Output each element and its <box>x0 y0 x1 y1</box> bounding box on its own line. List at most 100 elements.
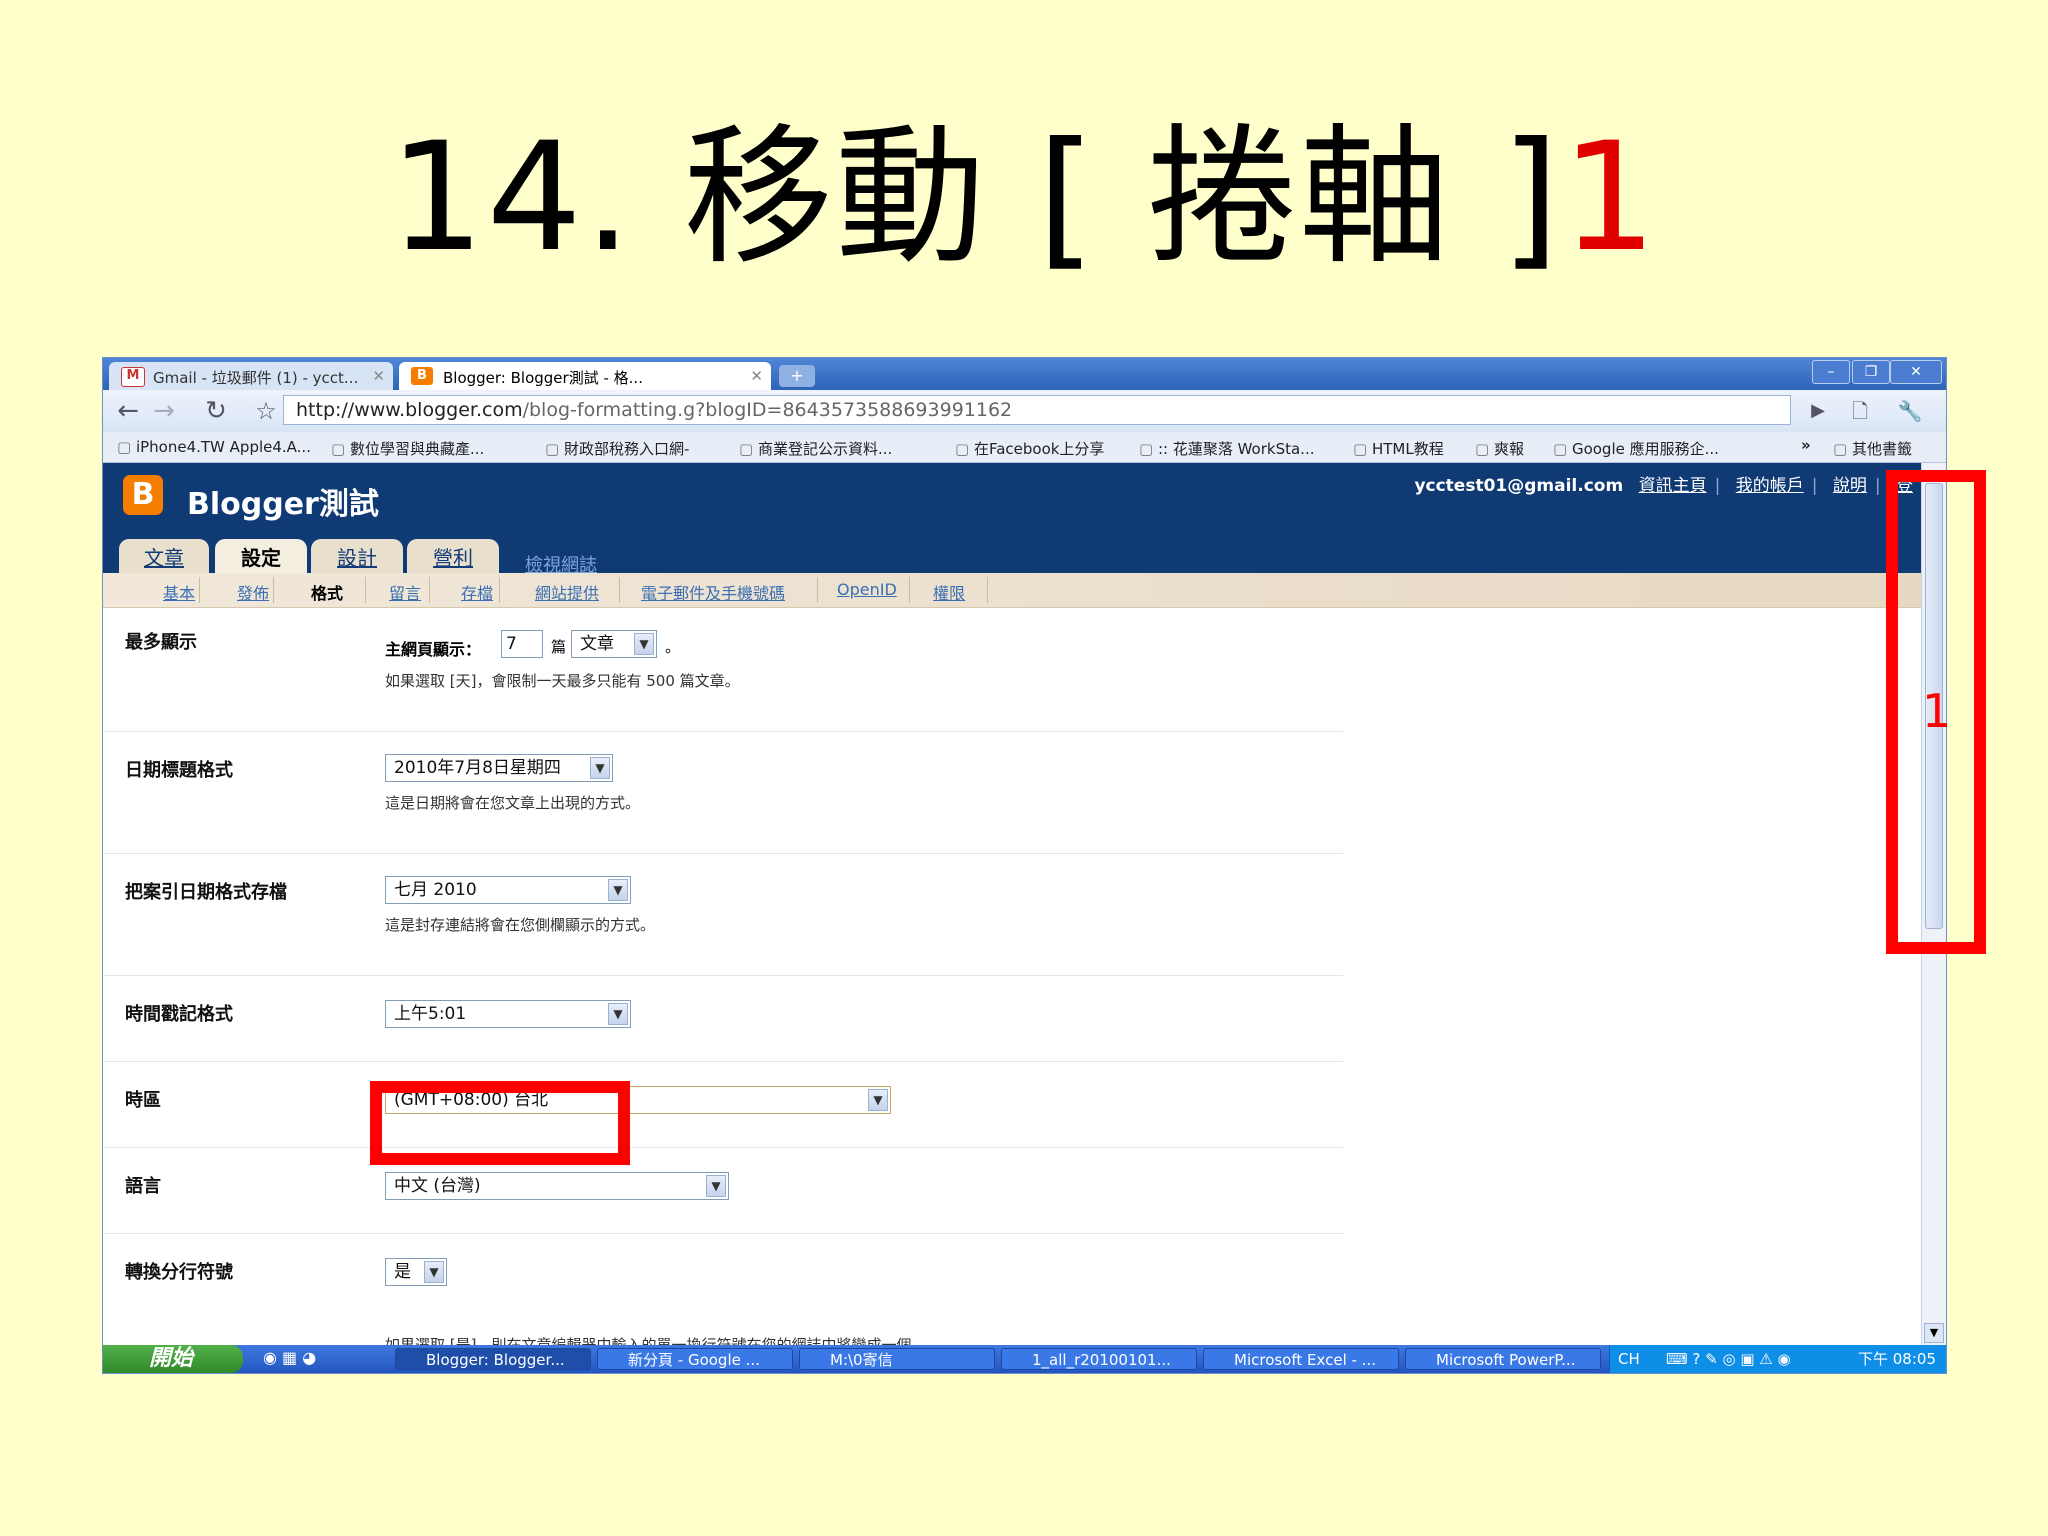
divider: | <box>1811 476 1818 496</box>
star-icon[interactable]: ☆ <box>249 396 283 426</box>
date-header-select[interactable]: 2010年7月8日星期四 ▼ <box>385 754 613 782</box>
start-label: 開始 <box>149 1346 194 1371</box>
back-icon[interactable]: ← <box>111 396 145 426</box>
browser-toolbar: ← → ↻ ☆ http://www.blogger.com/blog-form… <box>103 390 1946 432</box>
setting-archive-date: 把案引日期格式存檔 七月 2010 ▼ 這是封存連結將會在您側欄顯示的方式。 <box>103 854 1343 976</box>
setting-max-display: 最多顯示 主網頁顯示： 7 篇 文章 ▼ 。 如果選取 [天]，會限制一天最多只能… <box>103 608 1343 732</box>
divider <box>365 577 366 603</box>
posts-unit-select[interactable]: 文章 ▼ <box>571 630 657 658</box>
close-window-icon[interactable]: ✕ <box>1890 360 1942 384</box>
subtab-comments[interactable]: 留言 <box>389 580 421 604</box>
taskbar-item-blogger[interactable]: Blogger: Blogger... <box>395 1348 591 1370</box>
page-menu-icon[interactable]: 🗋 <box>1843 396 1877 426</box>
taskbar-item-new-tab[interactable]: 新分頁 - Google ... <box>597 1348 793 1370</box>
blogger-header: B Blogger測試 ycctest01@gmail.com 資訊主頁 | 我的… <box>103 463 1921 576</box>
subtab-openid[interactable]: OpenID <box>837 580 897 599</box>
tab-settings[interactable]: 設定 <box>215 539 307 575</box>
bookmark-item[interactable]: 數位學習與典藏產... <box>331 438 484 459</box>
bookmark-item[interactable]: HTML教程 <box>1353 438 1444 459</box>
taskbar-item-folder[interactable]: M:\0寄信 <box>799 1348 995 1370</box>
subtab-site-feed[interactable]: 網站提供 <box>535 580 599 604</box>
setting-timestamp: 時間戳記格式 上午5:01 ▼ <box>103 976 1343 1062</box>
account-links: ycctest01@gmail.com 資訊主頁 | 我的帳戶 | 說明 | 登 <box>1414 471 1913 496</box>
bookmarks-bar: iPhone4.TW Apple4.A... 數位學習與典藏產... 財政部稅務… <box>103 432 1946 463</box>
start-button[interactable]: 開始 <box>103 1345 243 1373</box>
bookmark-item[interactable]: iPhone4.TW Apple4.A... <box>117 438 311 456</box>
bookmark-item[interactable]: 在Facebook上分享 <box>955 438 1104 459</box>
quick-launch-icons[interactable]: ◉ ▦ ◕ <box>263 1348 316 1367</box>
setting-label: 語言 <box>125 1176 161 1197</box>
browser-screenshot: M Gmail - 垃圾郵件 (1) - ycct... ✕ B Blogger… <box>102 357 1947 1374</box>
subtab-formatting[interactable]: 格式 <box>311 580 343 604</box>
blogger-icon: B <box>411 367 433 385</box>
taskbar-item-excel[interactable]: Microsoft Excel - ... <box>1203 1348 1399 1370</box>
tray-icons[interactable]: ⌨ ? ✎ ◎ ▣ ⚠ ◉ <box>1666 1345 1791 1373</box>
select-value: 七月 2010 <box>394 880 477 900</box>
url-path: /blog-formatting.g?blogID=86435735886939… <box>522 399 1013 421</box>
tab-design[interactable]: 設計 <box>311 539 403 573</box>
unit-label: 篇 <box>551 638 567 656</box>
scroll-down-arrow-icon[interactable]: ▼ <box>1924 1323 1944 1343</box>
address-bar[interactable]: http://www.blogger.com/blog-formatting.g… <box>283 395 1791 425</box>
system-tray: CH ⌨ ? ✎ ◎ ▣ ⚠ ◉ 下午 08:05 <box>1609 1345 1946 1373</box>
bookmarks-overflow-button[interactable]: » <box>1801 436 1811 454</box>
subtab-archiving[interactable]: 存檔 <box>461 580 493 604</box>
help-text: 這是封存連結將會在您側欄顯示的方式。 <box>385 916 656 934</box>
setting-date-header: 日期標題格式 2010年7月8日星期四 ▼ 這是日期將會在您文章上出現的方式。 <box>103 732 1343 854</box>
divider <box>273 577 274 603</box>
tab-monetize[interactable]: 營利 <box>407 539 499 573</box>
tab-posting[interactable]: 文章 <box>119 539 209 573</box>
help-text: 如果選取 [天]，會限制一天最多只能有 500 篇文章。 <box>385 672 740 690</box>
language-indicator[interactable]: CH <box>1618 1345 1640 1373</box>
divider: | <box>1714 476 1721 496</box>
tab-blogger[interactable]: B Blogger: Blogger測試 - 格... ✕ <box>399 362 771 390</box>
timestamp-select[interactable]: 上午5:01 ▼ <box>385 1000 631 1028</box>
bookmark-item[interactable]: 爽報 <box>1475 438 1524 459</box>
bookmark-item[interactable]: 商業登記公示資料... <box>739 438 892 459</box>
subtab-permissions[interactable]: 權限 <box>933 580 965 604</box>
divider <box>987 577 988 603</box>
chevron-down-icon: ▼ <box>634 633 654 655</box>
restore-icon[interactable]: ❐ <box>1852 360 1890 384</box>
slide-title-number: 1 <box>1561 111 1659 285</box>
clock: 下午 08:05 <box>1858 1350 1936 1368</box>
line-breaks-select[interactable]: 是 ▼ <box>385 1258 447 1286</box>
link-my-account[interactable]: 我的帳戶 <box>1736 476 1804 496</box>
blogger-logo-icon[interactable]: B <box>123 475 163 515</box>
reload-icon[interactable]: ↻ <box>199 396 233 426</box>
posts-count-input[interactable]: 7 <box>501 630 543 658</box>
forward-icon[interactable]: → <box>147 396 181 426</box>
setting-label: 時區 <box>125 1090 161 1111</box>
divider <box>199 577 200 603</box>
subtab-email-mobile[interactable]: 電子郵件及手機號碼 <box>641 580 785 604</box>
taskbar-item-file[interactable]: 1_all_r20100101... <box>1001 1348 1197 1370</box>
tab-gmail-label: Gmail - 垃圾郵件 (1) - ycct... <box>153 369 359 387</box>
setting-line-breaks: 轉換分行符號 是 ▼ 如果選取 [是]，則在文章編輯器中輸入的單一換行符號在您的網… <box>103 1234 1343 1345</box>
setting-prefix: 主網頁顯示： <box>385 640 482 659</box>
subtab-basic[interactable]: 基本 <box>163 580 195 604</box>
tab-strip: M Gmail - 垃圾郵件 (1) - ycct... ✕ B Blogger… <box>103 358 1946 390</box>
taskbar-item-powerpoint[interactable]: Microsoft PowerP... <box>1405 1348 1601 1370</box>
suffix-label: 。 <box>665 638 681 656</box>
slide-title: 14. 移動 [ 捲軸 ]1 <box>0 118 2048 278</box>
setting-timezone: 時區 (GMT+08:00) 台北 ▼ <box>103 1062 1343 1148</box>
setting-label: 日期標題格式 <box>125 760 233 781</box>
bookmark-item[interactable]: Google 應用服務企... <box>1553 438 1719 459</box>
close-icon[interactable]: ✕ <box>372 367 385 385</box>
new-tab-button[interactable]: + <box>779 365 815 387</box>
close-icon[interactable]: ✕ <box>750 367 763 385</box>
wrench-icon[interactable]: 🔧 <box>1893 396 1927 426</box>
other-bookmarks-folder[interactable]: 其他書籤 <box>1833 438 1912 459</box>
archive-date-select[interactable]: 七月 2010 ▼ <box>385 876 631 904</box>
bookmark-item[interactable]: 財政部稅務入口網- <box>545 438 689 459</box>
tab-gmail[interactable]: M Gmail - 垃圾郵件 (1) - ycct... ✕ <box>109 362 393 390</box>
bookmark-item[interactable]: :: 花蓮聚落 WorkSta... <box>1139 438 1315 459</box>
link-help[interactable]: 說明 <box>1833 476 1867 496</box>
minimize-icon[interactable]: – <box>1812 360 1850 384</box>
chevron-down-icon: ▼ <box>608 879 628 901</box>
select-value: 文章 <box>580 634 614 654</box>
language-select[interactable]: 中文 (台灣) ▼ <box>385 1172 729 1200</box>
link-dashboard[interactable]: 資訊主頁 <box>1639 476 1707 496</box>
subtab-publishing[interactable]: 發佈 <box>237 580 269 604</box>
go-icon[interactable]: ▶ <box>1801 396 1835 426</box>
